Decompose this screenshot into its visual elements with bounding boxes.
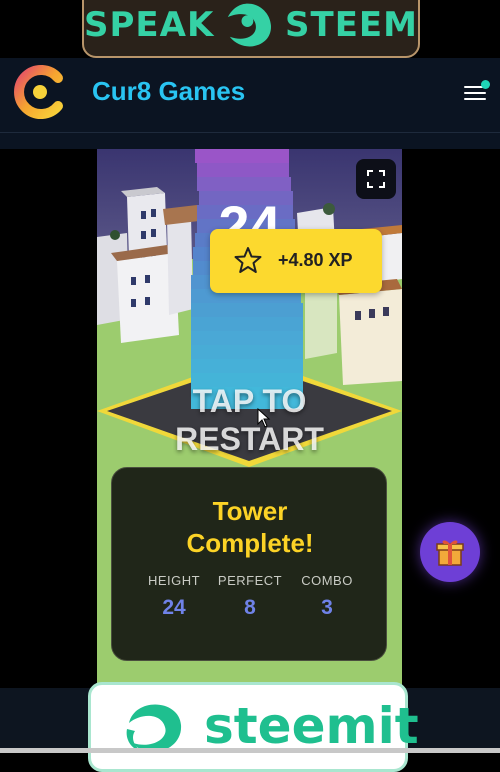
banner-right-word: STEEM <box>285 5 418 45</box>
steemit-banner[interactable]: steemit <box>88 682 419 772</box>
tower-complete-panel: Tower Complete! HEIGHT 24 PERFECT 8 COMB… <box>111 467 387 661</box>
result-title: Tower Complete! <box>186 496 314 558</box>
restart-line-2: RESTART <box>175 421 324 457</box>
stat-label: PERFECT <box>217 573 283 588</box>
tap-to-restart-button[interactable]: TAP TO RESTART <box>97 382 402 458</box>
mouse-cursor-icon <box>257 408 271 428</box>
xp-amount: +4.80 XP <box>278 250 353 270</box>
gift-button[interactable] <box>420 522 480 582</box>
stat-value: 3 <box>321 596 333 619</box>
gift-icon <box>436 540 464 566</box>
stat-perfect: PERFECT 8 <box>210 573 290 620</box>
header-spacer <box>0 133 500 149</box>
bottom-edge <box>0 748 500 753</box>
app-title: Cur8 Games <box>92 76 246 106</box>
stat-height: HEIGHT 24 <box>134 573 214 620</box>
cur8-logo-icon[interactable] <box>12 64 68 120</box>
stat-label: HEIGHT <box>147 573 201 588</box>
stat-label: COMBO <box>301 573 353 588</box>
steem-logo-icon <box>228 3 272 47</box>
stat-combo: COMBO 3 <box>287 573 367 620</box>
game-canvas[interactable]: 24 +4.80 XP TAP TO RESTART Tower Complet… <box>97 149 402 688</box>
stat-value: 8 <box>244 596 256 619</box>
banner-left-word: SPEAK <box>84 5 215 45</box>
stat-value: 24 <box>162 596 186 619</box>
fullscreen-icon <box>367 170 385 188</box>
notification-dot-icon <box>481 80 490 89</box>
restart-line-1: TAP TO <box>192 383 307 419</box>
speak-steem-banner[interactable]: SPEAK STEEM <box>82 0 420 58</box>
steemit-wordmark: steemit <box>204 697 419 755</box>
star-icon <box>234 247 262 273</box>
xp-reward-badge: +4.80 XP <box>210 229 382 293</box>
hamburger-menu-button[interactable] <box>462 80 490 104</box>
app-header: Cur8 Games <box>0 58 500 133</box>
